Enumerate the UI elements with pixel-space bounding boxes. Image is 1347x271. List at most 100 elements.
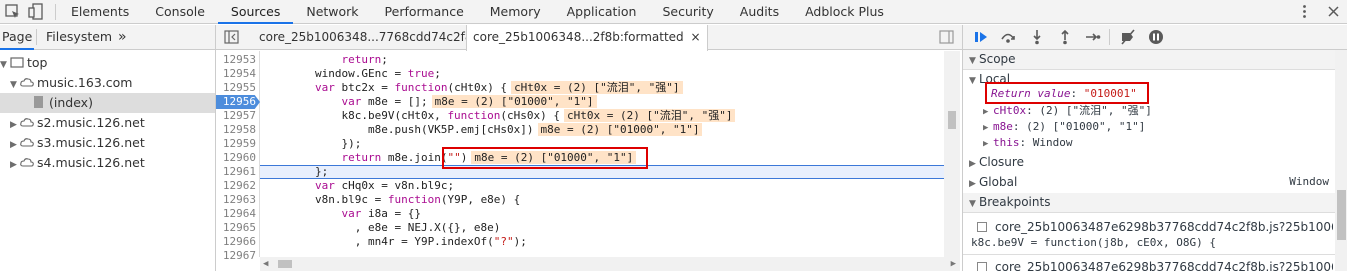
step-over-icon[interactable] xyxy=(1000,29,1016,45)
code-area[interactable]: 12953 12954 12955 12956 12957 12958 12959 12960… xyxy=(216,51,962,271)
scope-section-header[interactable]: ▼ Scope xyxy=(963,50,1335,70)
code-line[interactable]: window.GEnc = true; xyxy=(262,67,441,81)
device-toolbar-icon[interactable] xyxy=(28,3,45,20)
scope-var-row[interactable]: ▶ m8e: (2) ["01000", "1"] xyxy=(983,119,1145,135)
code-text: var btc2x = function(cHt0x) { xyxy=(314,81,508,94)
more-tabs-icon[interactable]: » xyxy=(118,25,127,50)
step-icon[interactable] xyxy=(1085,29,1101,45)
more-options-icon[interactable] xyxy=(1296,3,1313,20)
line-number[interactable]: 12953 xyxy=(216,53,260,67)
line-number[interactable]: 12966 xyxy=(216,235,260,249)
editor-tab-formatted[interactable]: core_25b1006348...2f8b:formatted × xyxy=(466,25,708,51)
breakpoints-section-header[interactable]: ▼ Breakpoints xyxy=(963,193,1335,213)
scroll-thumb[interactable] xyxy=(1337,190,1346,240)
code-line[interactable]: , e8e = NEJ.X({}, e8e) xyxy=(262,221,501,235)
file-navigator: Page Filesystem » ▼ top ▼ music.163.com (i… xyxy=(0,25,216,271)
tab-filesystem[interactable]: Filesystem xyxy=(46,25,112,50)
scroll-left-arrow-icon[interactable]: ◀ xyxy=(260,257,268,271)
tab-console[interactable]: Console xyxy=(142,0,218,24)
tree-item-label: s4.music.126.net xyxy=(37,155,145,170)
global-label: Global xyxy=(979,175,1018,189)
code-text: return; xyxy=(341,53,388,66)
tab-performance[interactable]: Performance xyxy=(372,0,477,24)
line-gutter[interactable]: 12953 12954 12955 12956 12957 12958 12959 12960… xyxy=(216,51,260,262)
tree-item-s4-music[interactable]: ▶ s4.music.126.net xyxy=(10,153,145,173)
tab-adblock-plus[interactable]: Adblock Plus xyxy=(792,0,897,24)
tab-page[interactable]: Page xyxy=(0,25,34,50)
code-text: v8n.bl9c = function(Y9P, e8e) { xyxy=(262,193,521,206)
code-line[interactable]: var btc2x = function(cHt0x) {cHt0x = (2)… xyxy=(262,81,683,95)
breakpoint-checkbox[interactable] xyxy=(977,222,987,232)
scroll-thumb[interactable] xyxy=(948,111,956,129)
scroll-thumb[interactable] xyxy=(278,260,292,268)
close-tab-icon[interactable]: × xyxy=(691,30,701,44)
cloud-icon xyxy=(20,138,34,147)
breakpoint-checkbox[interactable] xyxy=(977,262,987,271)
line-number[interactable]: 12959 xyxy=(216,137,260,151)
var-value: Window xyxy=(1032,136,1073,149)
breakpoint-line-number[interactable]: 12956 xyxy=(216,95,260,109)
code-line[interactable]: , mn4r = Y9P.indexOf("?"); xyxy=(262,235,527,249)
tree-item-index[interactable]: (index) xyxy=(0,93,215,113)
tab-elements[interactable]: Elements xyxy=(58,0,142,24)
close-icon[interactable] xyxy=(1325,3,1342,20)
vertical-scrollbar[interactable] xyxy=(944,51,960,257)
line-number[interactable]: 12958 xyxy=(216,123,260,137)
line-number[interactable]: 12960 xyxy=(216,151,260,165)
code-line[interactable]: }); xyxy=(262,137,361,151)
breakpoint-item[interactable]: core_25b10063487e6298b37768cdd74c2f8b.js… xyxy=(977,219,1333,235)
tree-item-s2-music[interactable]: ▶ s2.music.126.net xyxy=(10,113,145,133)
line-number[interactable]: 12954 xyxy=(216,67,260,81)
tab-audits[interactable]: Audits xyxy=(727,0,792,24)
line-number[interactable]: 12955 xyxy=(216,81,260,95)
frame-icon xyxy=(10,57,24,68)
step-out-icon[interactable] xyxy=(1057,29,1073,45)
toggle-navigator-icon[interactable] xyxy=(224,30,239,44)
tab-application[interactable]: Application xyxy=(554,0,650,24)
editor-tab-source[interactable]: core_25b1006348...7768cdd74c2f8b xyxy=(253,25,486,50)
code-line[interactable]: var i8a = {} xyxy=(262,207,420,221)
code-line[interactable]: k8c.be9V(cHt0x, function(cHs0x) {cHt0x =… xyxy=(262,109,736,123)
tab-network[interactable]: Network xyxy=(293,0,371,24)
code-line[interactable]: var cHq0x = v8n.bl9c; xyxy=(262,179,454,193)
scope-var-row[interactable]: ▶ cHt0x: (2) ["流泪", "强"] xyxy=(983,103,1152,119)
code-line[interactable]: m8e.push(VK5P.emj[cHs0x]) m8e = (2) ["010… xyxy=(262,123,703,137)
line-number[interactable]: 12964 xyxy=(216,207,260,221)
scope-closure[interactable]: ▶ Closure xyxy=(969,154,1024,170)
sidebar-scrollbar[interactable] xyxy=(1335,50,1347,271)
line-number[interactable]: 12962 xyxy=(216,179,260,193)
tab-sources[interactable]: Sources xyxy=(217,0,294,24)
resume-icon[interactable] xyxy=(973,29,989,45)
horizontal-scrollbar[interactable]: ◀ ▶ xyxy=(260,257,960,271)
tab-security[interactable]: Security xyxy=(649,0,726,24)
pause-on-exceptions-icon[interactable] xyxy=(1148,29,1164,45)
scroll-right-arrow-icon[interactable]: ▶ xyxy=(951,257,956,271)
collapse-arrow-icon: ▶ xyxy=(969,159,976,169)
tree-item-music-163[interactable]: ▼ music.163.com xyxy=(10,73,132,93)
scope-var-row[interactable]: ▶ this: Window xyxy=(983,135,1073,151)
toggle-debugger-icon[interactable] xyxy=(939,30,954,44)
line-number[interactable]: 12961 xyxy=(216,165,260,179)
code-line[interactable]: v8n.bl9c = function(Y9P, e8e) { xyxy=(262,193,520,207)
line-number[interactable]: 12957 xyxy=(216,109,260,123)
line-number[interactable]: 12965 xyxy=(216,221,260,235)
step-into-icon[interactable] xyxy=(1029,29,1045,45)
inline-value: cHt0x = (2) ["流泪", "强"] xyxy=(564,109,736,122)
inspect-element-icon[interactable] xyxy=(4,3,21,20)
scope-title: Scope xyxy=(979,52,1016,66)
scope-global[interactable]: ▶ Global Window xyxy=(969,174,1329,190)
var-key: this xyxy=(993,136,1020,149)
line-number[interactable]: 12967 xyxy=(216,249,260,263)
code-line[interactable]: return; xyxy=(262,53,388,67)
tab-memory[interactable]: Memory xyxy=(477,0,554,24)
breakpoint-item[interactable]: core_25b10063487e6298b37768cdd74c2f8b.js… xyxy=(977,259,1333,271)
breakpoint-file: core_25b10063487e6298b37768cdd74c2f8b.js… xyxy=(995,260,1333,271)
line-number[interactable]: 12963 xyxy=(216,193,260,207)
code-line[interactable]: }; xyxy=(262,165,328,179)
tree-item-top[interactable]: ▼ top xyxy=(0,53,47,73)
tree-item-s3-music[interactable]: ▶ s3.music.126.net xyxy=(10,133,145,153)
code-text: var m8e = []; xyxy=(341,95,428,108)
code-line[interactable]: var m8e = []; m8e = (2) ["01000", "1"] xyxy=(262,95,597,109)
deactivate-breakpoints-icon[interactable] xyxy=(1120,29,1136,45)
debugger-sidebar: ▼ Scope ▼ Local Return value: "010001" ▶ cH… xyxy=(962,25,1347,271)
